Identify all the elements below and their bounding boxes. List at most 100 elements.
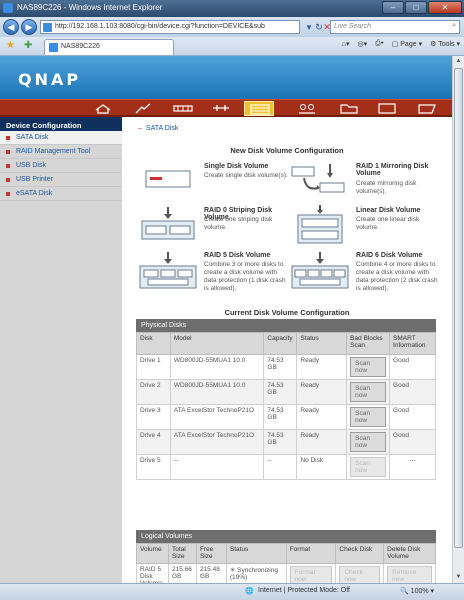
- logical-volumes-caption: Logical Volumes: [136, 530, 436, 543]
- vertical-scrollbar[interactable]: ▲ ▼: [452, 56, 464, 583]
- home-icon[interactable]: ⌂▾: [342, 40, 350, 48]
- tools-menu[interactable]: ⚙ Tools ▾: [430, 40, 460, 48]
- network-services-menu-icon[interactable]: [206, 101, 236, 116]
- qnap-header: QNAP: [0, 56, 452, 99]
- bullet-icon: [6, 164, 10, 168]
- smart-status[interactable]: Good: [389, 429, 436, 455]
- smart-status[interactable]: Good: [389, 404, 436, 430]
- system-status-menu-icon[interactable]: [372, 101, 402, 116]
- scroll-up-icon[interactable]: ▲: [453, 56, 464, 67]
- option-raid6[interactable]: RAID 6 Disk Volume Combine 4 or more dis…: [290, 250, 440, 302]
- sidebar-item-usb-disk[interactable]: USB Disk: [0, 159, 122, 173]
- sidebar-item-sata-disk[interactable]: SATA Disk: [0, 131, 122, 145]
- sidebar-item-usb-printer[interactable]: USB Printer: [0, 173, 122, 187]
- logical-volumes-panel: Logical Volumes Volume Total Size Free S…: [136, 530, 436, 583]
- single-disk-icon: [145, 170, 191, 188]
- option-linear[interactable]: Linear Disk Volume Create one linear dis…: [290, 205, 440, 249]
- scan-now-button[interactable]: Scan now: [350, 407, 387, 427]
- scan-now-button[interactable]: Scan now: [350, 432, 387, 452]
- tab-nas[interactable]: NAS89C226: [44, 39, 174, 55]
- scrollbar-thumb[interactable]: [454, 68, 463, 548]
- globe-icon: 🌐: [245, 588, 254, 595]
- forward-button[interactable]: ▶: [21, 19, 37, 35]
- col-disk: Disk: [136, 332, 171, 355]
- window-titlebar: NAS89C226 - Windows Internet Explorer – …: [0, 0, 464, 17]
- page-icon: [43, 23, 52, 32]
- page-menu[interactable]: ▢ Page ▾: [392, 40, 422, 48]
- table-row: Drive 1 WD800JD-55MUA1 10.0 74.53 GB Rea…: [136, 354, 436, 380]
- table-row: RAID 5 Disk Volume: Drive 1 2 3 4 215.66…: [136, 563, 436, 583]
- physical-disks-panel: Physical Disks Disk Model Capacity Statu…: [136, 319, 436, 480]
- sidebar-item-esata-disk[interactable]: eSATA Disk: [0, 187, 122, 201]
- network-menu-icon[interactable]: [128, 101, 158, 116]
- bullet-icon: [6, 136, 10, 140]
- raid6-icon: [291, 252, 349, 289]
- search-input[interactable]: Live Search ⌕: [330, 20, 460, 34]
- col-delete-volume: Delete Disk Volume: [383, 543, 436, 564]
- user-management-menu-icon[interactable]: [292, 101, 322, 116]
- sidebar: Device Configuration SATA Disk RAID Mana…: [0, 117, 122, 583]
- back-button[interactable]: ◀: [3, 19, 19, 35]
- option-raid0[interactable]: RAID 0 Striping Disk Volume Create one s…: [138, 205, 288, 249]
- raid1-icon: [291, 164, 345, 193]
- close-window-button[interactable]: ✕: [428, 1, 462, 14]
- security-zone: Internet | Protected Mode: Off: [258, 587, 350, 594]
- page-viewport: QNAP Device Configuration SATA Disk RAID…: [0, 56, 452, 583]
- check-now-button: Check now: [339, 566, 381, 583]
- favorites-star-icon[interactable]: ★: [6, 40, 15, 51]
- option-single-disk[interactable]: Single Disk Volume Create single disk vo…: [138, 161, 288, 205]
- option-raid1[interactable]: RAID 1 Mirroring Disk Volume Create mirr…: [290, 161, 440, 205]
- col-volume: Volume: [136, 543, 169, 564]
- physical-disks-caption: Physical Disks: [136, 319, 436, 332]
- scan-now-button[interactable]: Scan now: [350, 357, 387, 377]
- linear-disk-icon: [297, 205, 343, 244]
- address-bar: ◀ ▶ http://192.168.1.103:8080/cgi-bin/de…: [0, 17, 464, 37]
- smart-status[interactable]: Good: [389, 379, 436, 405]
- sidebar-item-raid-tool[interactable]: RAID Management Tool: [0, 145, 122, 159]
- bullet-icon: [6, 178, 10, 182]
- col-volume-status: Status: [225, 543, 287, 564]
- top-menu: [0, 99, 452, 117]
- physical-disks-table: Disk Model Capacity Status Bad Blocks Sc…: [136, 332, 436, 480]
- col-smart: SMART Information: [389, 332, 436, 355]
- col-capacity: Capacity: [263, 332, 298, 355]
- search-icon[interactable]: ⌕: [452, 22, 456, 30]
- col-check-disk: Check Disk: [335, 543, 385, 564]
- share-folder-menu-icon[interactable]: [334, 101, 364, 116]
- logout-menu-icon[interactable]: [412, 101, 442, 116]
- logical-volumes-table: Volume Total Size Free Size Status Forma…: [136, 543, 436, 583]
- add-favorite-icon[interactable]: ✚: [24, 40, 32, 51]
- breadcrumb: – SATA Disk: [138, 125, 179, 132]
- option-raid5[interactable]: RAID 5 Disk Volume Combine 3 or more dis…: [138, 250, 288, 302]
- col-bad-blocks: Bad Blocks Scan: [346, 332, 391, 355]
- system-tools-menu-icon[interactable]: [168, 101, 198, 116]
- window-title: NAS89C226 - Windows Internet Explorer: [17, 3, 163, 12]
- col-total-size: Total Size: [167, 543, 197, 564]
- tab-bar: ★ ✚ NAS89C226 ⌂▾ ◎▾ ⎙▾ ▢ Page ▾ ⚙ Tools …: [0, 37, 464, 56]
- maximize-button[interactable]: □: [405, 1, 427, 14]
- main-content: – SATA Disk New Disk Volume Configuration…: [122, 117, 452, 583]
- zoom-level[interactable]: 🔍 100% ▾: [400, 587, 434, 595]
- bullet-icon: [6, 192, 10, 196]
- col-format: Format: [285, 543, 337, 564]
- status-bar: 🌐 Internet | Protected Mode: Off 🔍 100% …: [0, 583, 464, 600]
- col-status: Status: [296, 332, 348, 355]
- raid5-icon: [139, 252, 197, 289]
- feeds-icon[interactable]: ◎▾: [358, 40, 368, 48]
- scan-now-button[interactable]: Scan now: [350, 382, 387, 402]
- table-row: Drive 5 -- -- No Disk Scan now ---: [136, 454, 436, 480]
- table-row: Drive 4 ATA ExcelStor TechnoP21O 74.53 G…: [136, 429, 436, 455]
- remove-now-button: Remove now: [387, 566, 432, 583]
- tab-page-icon: [49, 43, 58, 52]
- ie-icon: [3, 3, 13, 13]
- smart-status[interactable]: Good: [389, 354, 436, 380]
- home-menu-icon[interactable]: [88, 101, 118, 116]
- current-config-title: Current Disk Volume Configuration: [224, 308, 350, 317]
- minimize-button[interactable]: –: [382, 1, 404, 14]
- url-input[interactable]: http://192.168.1.103:8080/cgi-bin/device…: [40, 20, 300, 34]
- scroll-down-icon[interactable]: ▼: [453, 572, 464, 583]
- device-config-menu-icon[interactable]: [244, 101, 274, 116]
- col-free-size: Free Size: [195, 543, 227, 564]
- print-icon[interactable]: ⎙▾: [375, 40, 384, 48]
- format-now-button: Format now: [289, 566, 333, 583]
